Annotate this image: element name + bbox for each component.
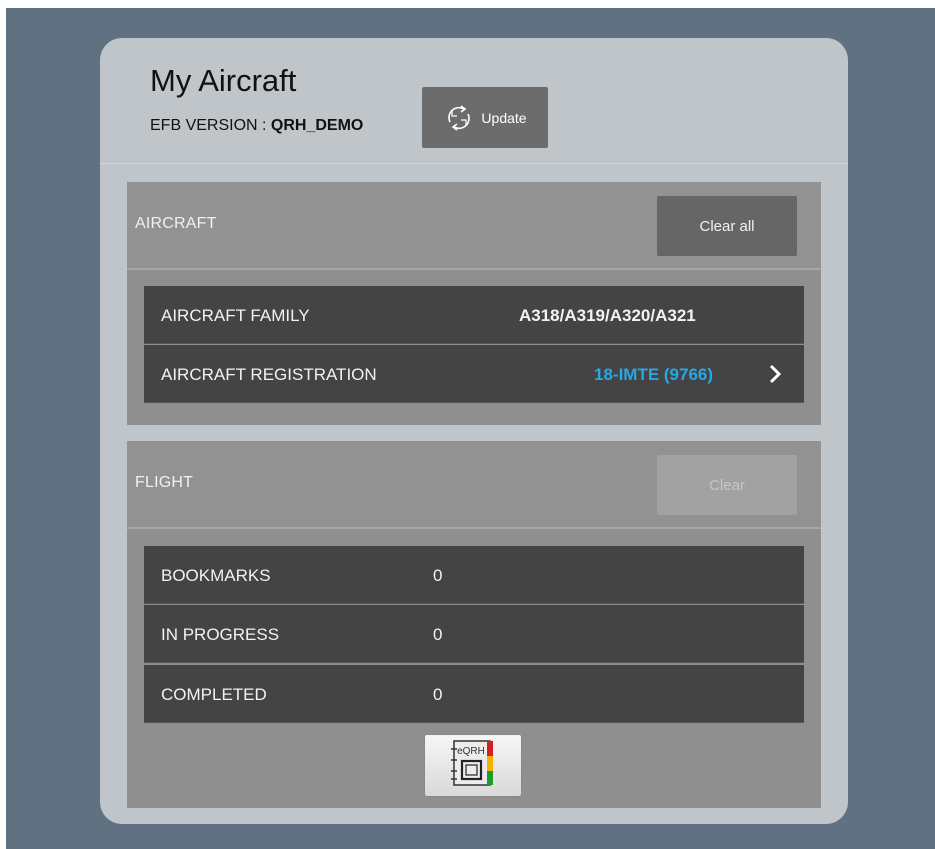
in-progress-count: 0 [433, 625, 443, 644]
eqrh-app-icon: eQRH [444, 738, 502, 793]
aircraft-registration-value: 18-IMTE (9766) [594, 365, 714, 384]
chevron-right-icon [768, 364, 782, 384]
sync-icon [443, 102, 475, 134]
aircraft-registration-row[interactable]: AIRCRAFT REGISTRATION 18-IMTE (9766) [144, 345, 804, 403]
aircraft-section: AIRCRAFT Clear all AIRCRAFT FAMILY A318/… [127, 182, 821, 425]
aircraft-family-label: AIRCRAFT FAMILY [161, 306, 310, 325]
update-button[interactable]: Update [422, 87, 548, 148]
completed-row[interactable]: COMPLETED 0 [144, 665, 804, 723]
update-button-label: Update [481, 109, 527, 126]
eqrh-icon-label: eQRH [457, 746, 485, 757]
my-aircraft-panel: My Aircraft EFB VERSION : QRH_DEMO Updat… [100, 38, 848, 824]
aircraft-registration-label: AIRCRAFT REGISTRATION [161, 365, 377, 384]
aircraft-section-title: AIRCRAFT [135, 215, 217, 232]
flight-section: FLIGHT Clear BOOKMARKS 0 IN PROGRESS 0 C… [127, 441, 821, 808]
efb-version-label: EFB VERSION : [150, 117, 271, 134]
completed-label: COMPLETED [161, 685, 267, 704]
panel-header: My Aircraft EFB VERSION : QRH_DEMO Updat… [100, 38, 848, 164]
bookmarks-label: BOOKMARKS [161, 566, 271, 585]
aircraft-family-value: A318/A319/A320/A321 [519, 306, 696, 325]
in-progress-label: IN PROGRESS [161, 625, 280, 644]
flight-section-title: FLIGHT [135, 474, 194, 491]
bookmarks-count: 0 [433, 566, 443, 585]
aircraft-section-header: AIRCRAFT Clear all [127, 182, 821, 270]
bookmarks-row[interactable]: BOOKMARKS 0 [144, 546, 804, 604]
efb-version-value: QRH_DEMO [270, 117, 364, 134]
flight-section-header: FLIGHT Clear [127, 441, 821, 529]
clear-all-button[interactable]: Clear all [657, 196, 797, 256]
eqrh-button[interactable]: eQRH [424, 734, 522, 797]
page-title: My Aircraft [150, 63, 297, 98]
clear-button[interactable]: Clear [657, 455, 797, 515]
efb-version: EFB VERSION : QRH_DEMO [150, 117, 363, 135]
in-progress-row[interactable]: IN PROGRESS 0 [144, 605, 804, 663]
aircraft-family-row: AIRCRAFT FAMILY A318/A319/A320/A321 [144, 286, 804, 344]
completed-count: 0 [433, 685, 443, 704]
